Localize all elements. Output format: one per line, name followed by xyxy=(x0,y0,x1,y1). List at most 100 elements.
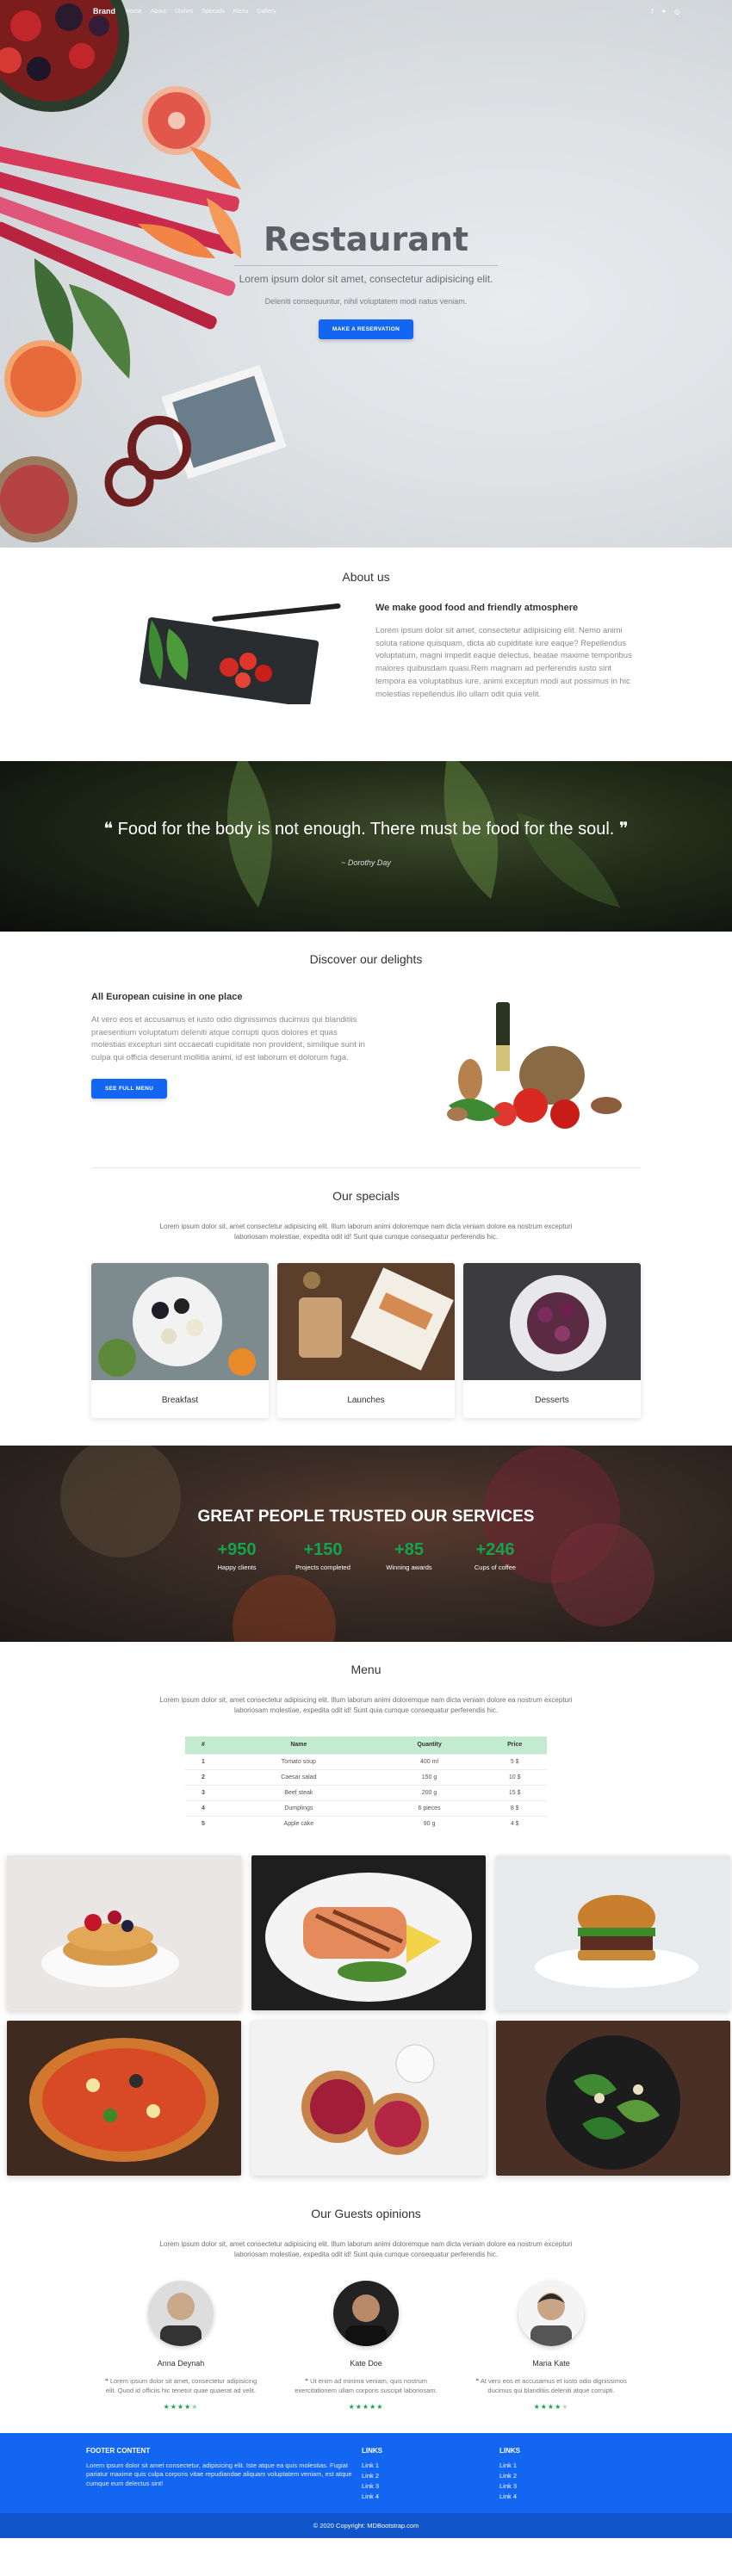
hero-small-text: Deleniti consequuntur, nihil voluptatem … xyxy=(264,297,468,306)
testimonials-section: Our Guests opinions Lorem ipsum dolor si… xyxy=(0,2176,732,2433)
launches-image xyxy=(277,1263,455,1380)
twitter-icon[interactable]: ✦ xyxy=(661,8,667,15)
footer-link[interactable]: Link 2 xyxy=(362,2472,499,2480)
stat-value: +246 xyxy=(475,1540,515,1559)
table-row: 1 Tomato soup 400 ml 5 $ xyxy=(185,1753,547,1769)
testimonial-name: Anna Deynah xyxy=(157,2359,205,2368)
breakfast-image xyxy=(91,1263,269,1380)
gallery-image-tarts[interactable] xyxy=(251,2021,486,2176)
menu-table: # Name Quantity Price 1 Tomato soup 400 … xyxy=(185,1737,547,1831)
testimonials-lead: Lorem ipsum dolor sit, amet consectetur … xyxy=(159,2240,573,2258)
table-row: 2 Caesar salad 150 g 10 $ xyxy=(185,1768,547,1785)
nav-link-about[interactable]: About xyxy=(151,9,166,15)
about-image xyxy=(140,603,341,704)
hero-subtitle: Lorem ipsum dolor sit amet, consectetur … xyxy=(239,273,493,285)
row-price: 10 $ xyxy=(482,1768,547,1785)
discover-heading: All European cuisine in one place xyxy=(91,992,243,1002)
stat-label: Projects completed xyxy=(295,1564,350,1571)
row-price: 8 $ xyxy=(482,1799,547,1816)
stat-label: Happy clients xyxy=(217,1564,257,1571)
reservation-button[interactable]: Make a reservation xyxy=(318,319,414,339)
row-name: Beef steak xyxy=(221,1784,376,1800)
specials-lead: Lorem ipsum dolor sit, amet consectetur … xyxy=(159,1223,573,1241)
stat-value: +85 xyxy=(394,1540,424,1559)
see-full-menu-button[interactable]: See full menu xyxy=(91,1078,168,1099)
nav-link-specials[interactable]: Specials xyxy=(202,9,224,15)
hero-divider xyxy=(234,265,498,266)
special-card-desserts[interactable]: Desserts xyxy=(463,1263,641,1418)
menu-lead: Lorem ipsum dolor sit, amet consectetur … xyxy=(159,1696,573,1714)
card-title-breakfast: Breakfast xyxy=(161,1396,199,1405)
card-title-launches: Launches xyxy=(347,1396,385,1405)
quote-author: ~ Dorothy Day xyxy=(341,858,391,867)
footer-links-title: LINKS xyxy=(499,2446,520,2455)
row-quantity: 150 g xyxy=(375,1768,483,1785)
nav-social: f ✦ ◎ xyxy=(651,8,680,15)
instagram-icon[interactable]: ◎ xyxy=(674,8,680,15)
stats-section: GREAT PEOPLE TRUSTED OUR SERVICES +950 H… xyxy=(0,1446,732,1642)
footer-link[interactable]: Link 3 xyxy=(362,2482,499,2490)
nav-link-menu[interactable]: Menu xyxy=(233,9,249,15)
testimonial-text: ❝ Lorem ipsum dolor sit amet, consectetu… xyxy=(99,2376,263,2396)
row-number: 2 xyxy=(185,1768,221,1785)
footer-link[interactable]: Link 4 xyxy=(499,2492,637,2500)
stat-projects-completed: +150 Projects completed xyxy=(290,1540,356,1571)
about-title: About us xyxy=(342,570,390,584)
row-number: 4 xyxy=(185,1799,221,1816)
row-quantity: 200 g xyxy=(375,1784,483,1800)
testimonial-text-body: Lorem ipsum dolor sit amet, consectetur … xyxy=(105,2377,257,2395)
copyright: © 2020 Copyright: MDBootstrap.com xyxy=(0,2512,732,2538)
row-price: 15 $ xyxy=(482,1784,547,1800)
rating-stars: ★★★★★ xyxy=(163,2402,199,2411)
testimonial-card: Kate Doe ❝ Ut enim ad minima veniam, qui… xyxy=(284,2281,448,2411)
about-section: About us We make good food and friendly … xyxy=(0,548,732,761)
testimonial-text: ❝ Ut enim ad minima veniam, quis nostrum… xyxy=(284,2376,448,2396)
rating-stars: ★★★★★ xyxy=(533,2402,569,2411)
special-card-launches[interactable]: Launches xyxy=(277,1263,455,1418)
stat-label: Cups of coffee xyxy=(474,1564,517,1571)
footer-link[interactable]: Link 3 xyxy=(499,2482,637,2490)
gallery-image-pizza[interactable] xyxy=(7,2021,241,2176)
footer-link[interactable]: Link 1 xyxy=(362,2461,499,2469)
facebook-icon[interactable]: f xyxy=(651,8,653,15)
footer-link[interactable]: Link 1 xyxy=(499,2461,637,2469)
table-row: 4 Dumplings 6 pieces 8 $ xyxy=(185,1799,547,1816)
testimonial-text-body: At vero eos et accusamus et iusto odio d… xyxy=(480,2377,627,2395)
menu-title: Menu xyxy=(350,1663,382,1676)
quote-body: Food for the body is not enough. There m… xyxy=(117,820,615,839)
footer-content-title: FOOTER CONTENT xyxy=(86,2446,151,2455)
specials-title: Our specials xyxy=(332,1189,400,1203)
footer-link[interactable]: Link 2 xyxy=(499,2472,637,2480)
testimonial-text-body: Ut enim ad minima veniam, quis nostrum e… xyxy=(295,2377,437,2395)
col-name: Name xyxy=(221,1737,376,1754)
stats-title: GREAT PEOPLE TRUSTED OUR SERVICES xyxy=(197,1508,535,1526)
special-card-breakfast[interactable]: Breakfast xyxy=(91,1263,269,1418)
gallery-image-pancakes[interactable] xyxy=(7,1855,241,2010)
gallery-image-salad[interactable] xyxy=(496,2021,730,2176)
hero-content: Restaurant Lorem ipsum dolor sit amet, c… xyxy=(234,220,498,339)
nav-link-home[interactable]: Home xyxy=(126,9,142,15)
row-name: Caesar salad xyxy=(221,1768,376,1785)
gallery-image-salmon[interactable] xyxy=(251,1855,486,2010)
testimonials-title: Our Guests opinions xyxy=(311,2207,421,2220)
brand-logo[interactable]: Brand xyxy=(93,7,115,15)
footer-link[interactable]: Link 4 xyxy=(362,2492,499,2500)
testimonial-card: Anna Deynah ❝ Lorem ipsum dolor sit amet… xyxy=(99,2281,263,2411)
row-number: 5 xyxy=(185,1815,221,1831)
testimonial-name: Kate Doe xyxy=(350,2359,382,2368)
row-quantity: 400 ml xyxy=(375,1753,483,1769)
footer: FOOTER CONTENT Lorem ipsum dolor sit ame… xyxy=(0,2432,732,2538)
quote-right-icon: ❞ xyxy=(614,820,629,839)
row-quantity: 6 pieces xyxy=(375,1799,483,1816)
gallery-image-burger[interactable] xyxy=(496,1855,730,2010)
avatar xyxy=(333,2281,399,2351)
nav-link-gallery[interactable]: Gallery xyxy=(257,9,276,15)
row-number: 3 xyxy=(185,1784,221,1800)
row-name: Apple cake xyxy=(221,1815,376,1831)
col-price: Price xyxy=(482,1737,547,1754)
rating-stars: ★★★★★ xyxy=(348,2402,384,2411)
discover-section: Discover our delights All European cuisi… xyxy=(91,932,641,1168)
nav-link-dishes[interactable]: Dishes xyxy=(175,9,193,15)
stat-cups-of-coffee: +246 Cups of coffee xyxy=(462,1540,528,1571)
table-header-row: # Name Quantity Price xyxy=(185,1737,547,1754)
